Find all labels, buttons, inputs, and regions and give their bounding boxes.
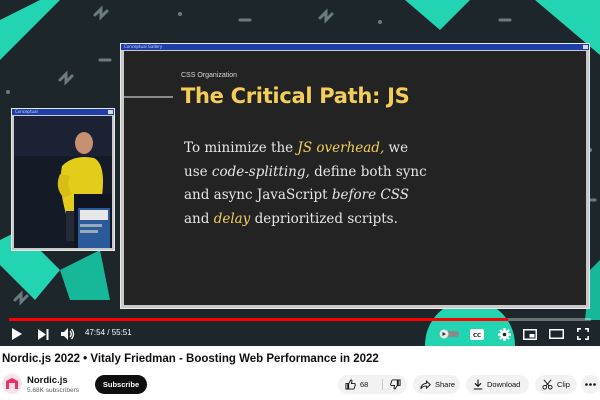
share-button[interactable]: Share (413, 375, 460, 394)
channel-logo-icon (2, 374, 22, 394)
subscribe-button[interactable]: Subscribe (95, 375, 147, 394)
clip-button[interactable]: Clip (535, 375, 577, 394)
share-icon (420, 379, 431, 389)
next-button[interactable] (35, 326, 51, 342)
download-icon (473, 379, 483, 390)
video-title: Nordic.js 2022 • Vitaly Friedman - Boost… (2, 353, 379, 365)
progress-bar[interactable] (9, 318, 591, 321)
slide-kicker: CSS Organization (181, 72, 238, 79)
like-button[interactable]: 68 (338, 375, 382, 394)
dislike-button[interactable] (384, 375, 407, 394)
download-label: Download (487, 380, 521, 389)
slide-line-4: and delay deprioritized scripts. (184, 210, 398, 227)
window-close-icon (108, 110, 113, 114)
scissors-icon (542, 379, 553, 390)
thumbs-down-icon (390, 379, 401, 390)
autoplay-toggle-icon (439, 329, 459, 339)
play-icon (11, 328, 22, 340)
more-horizontal-icon (585, 383, 596, 386)
slide-window: Conceptual Gallery CSS Organization The … (120, 43, 590, 309)
theater-icon (548, 329, 564, 339)
share-label: Share (435, 380, 456, 389)
slide-line-3: and async JavaScript before CSS (184, 187, 409, 203)
miniplayer-icon (523, 328, 537, 340)
progress-played (9, 318, 509, 321)
presentation-slide: CSS Organization The Critical Path: JS T… (124, 51, 586, 305)
speaker-figure (14, 116, 112, 248)
channel-name[interactable]: Nordic.js (27, 375, 68, 386)
channel-avatar[interactable] (2, 374, 22, 394)
theater-mode-button[interactable] (547, 326, 565, 342)
clip-label: Clip (557, 380, 570, 389)
speaker-camera-window: Conceptual (11, 108, 115, 251)
slide-line-1: To minimize the JS overhead, we (184, 140, 409, 156)
video-player[interactable]: Conceptual Gallery CSS Organization The … (0, 0, 600, 346)
download-button[interactable]: Download (466, 375, 529, 394)
settings-icon (497, 327, 511, 341)
window-close-icon (583, 45, 588, 49)
autoplay-toggle[interactable] (438, 326, 460, 342)
fullscreen-button[interactable] (574, 326, 592, 342)
like-count: 68 (360, 380, 369, 389)
subscriber-count: 5.68K subscribers (27, 387, 80, 394)
slide-window-titlebar: Conceptual Gallery (121, 44, 589, 50)
like-divider (382, 379, 383, 390)
fullscreen-icon (577, 328, 589, 340)
speaker-video (14, 116, 112, 248)
slide-window-title: Conceptual Gallery (124, 44, 163, 49)
player-controls: 47:54 / 55:51 CC (0, 322, 600, 346)
settings-button[interactable] (495, 326, 513, 342)
play-button[interactable] (8, 326, 24, 342)
slide-rule (124, 96, 173, 98)
next-icon (37, 328, 48, 340)
captions-icon: CC (470, 328, 484, 340)
time-display: 47:54 / 55:51 (85, 328, 132, 337)
slide-line-2: use code-splitting, define both sync (184, 163, 427, 180)
svg-text:CC: CC (473, 333, 481, 339)
volume-icon (61, 328, 75, 340)
camera-window-titlebar: Conceptual (12, 109, 114, 115)
slide-body: To minimize the JS overhead, we use code… (184, 137, 444, 231)
volume-button[interactable] (60, 326, 76, 342)
miniplayer-button[interactable] (521, 326, 539, 342)
camera-window-title: Conceptual (15, 109, 38, 114)
like-dislike-group: 68 (338, 375, 407, 394)
slide-title: The Critical Path: JS (181, 84, 410, 108)
more-actions-button[interactable] (581, 375, 600, 394)
captions-button[interactable]: CC (468, 326, 486, 342)
thumbs-up-icon (345, 379, 356, 390)
